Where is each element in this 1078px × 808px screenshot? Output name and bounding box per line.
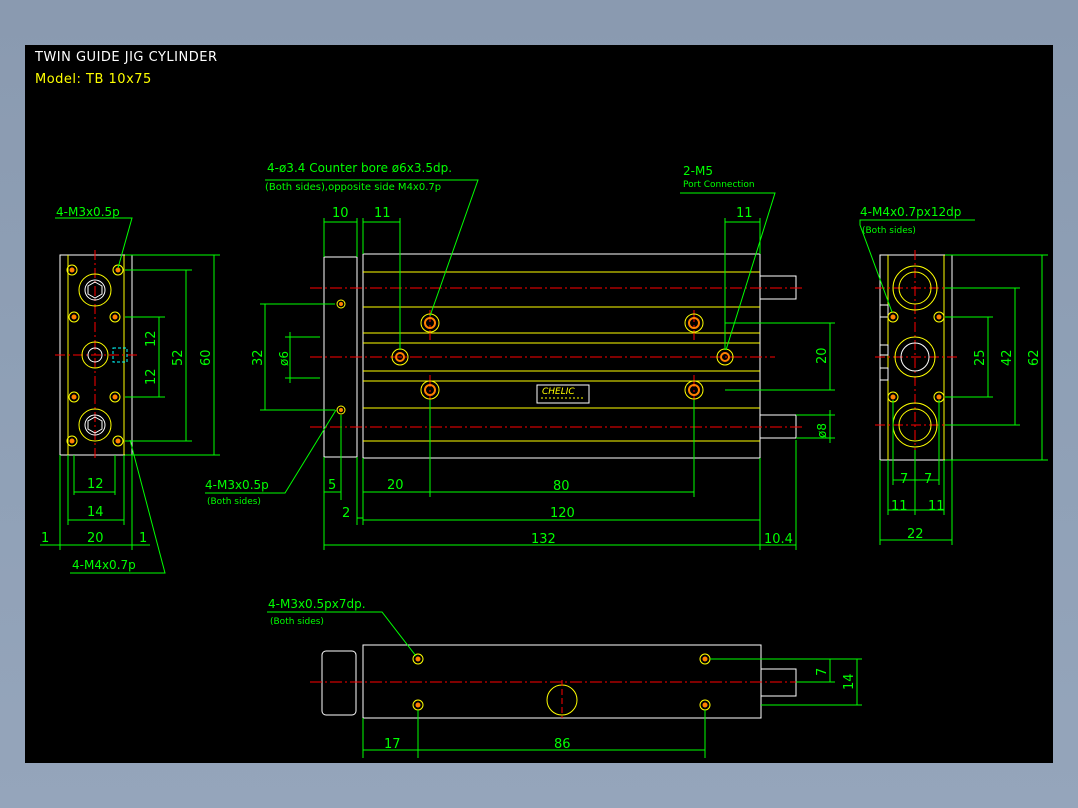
brand-logo: CHELIC bbox=[542, 387, 575, 397]
dim-bottom-7: 7 bbox=[815, 668, 830, 676]
dim-front-5: 5 bbox=[328, 478, 336, 493]
bottom-view: 4-M3x0.5px7dp. (Both sides) 7 14 17 86 bbox=[267, 597, 862, 758]
dim-front-10-4: 10.4 bbox=[764, 532, 793, 547]
dim-left-20: 20 bbox=[87, 531, 104, 546]
dim-right-11a: 11 bbox=[891, 499, 908, 514]
dim-right-11b: 11 bbox=[928, 499, 945, 514]
brand-plate: CHELIC bbox=[536, 384, 590, 404]
bottom-thread-note: 4-M3x0.5px7dp. bbox=[268, 597, 366, 611]
dim-right-62: 62 bbox=[1027, 349, 1042, 366]
left-end-view: 4-M3x0.5p 4-M4x0.7p 12 12 52 60 12 14 20… bbox=[40, 205, 220, 574]
bottom-thread-note-2: (Both sides) bbox=[270, 617, 324, 627]
dim-right-7b: 7 bbox=[924, 472, 932, 487]
dim-left-12a: 12 bbox=[144, 330, 159, 347]
right-end-view: 4-M4x0.7px12dp (Both sides) 25 42 62 7 7… bbox=[859, 205, 1048, 545]
counter-bore-note-2: (Both sides),opposite side M4x0.7p bbox=[265, 182, 441, 193]
port-note: 2-M5 bbox=[683, 164, 713, 178]
dim-left-1a: 1 bbox=[41, 531, 49, 546]
dim-front-d8: ø8 bbox=[815, 423, 829, 438]
dim-front-d6: ø6 bbox=[277, 351, 291, 366]
drawing-canvas: 4-M3x0.5p 4-M4x0.7p 12 12 52 60 12 14 20… bbox=[40, 161, 1048, 758]
dim-left-1b: 1 bbox=[139, 531, 147, 546]
mid-thread-note-2: (Both sides) bbox=[207, 497, 261, 507]
left-top-thread-note: 4-M3x0.5p bbox=[56, 205, 120, 219]
dim-front-11a: 11 bbox=[374, 206, 391, 221]
mid-thread-note: 4-M3x0.5p bbox=[205, 478, 269, 492]
right-thread-note-2: (Both sides) bbox=[862, 226, 916, 236]
dim-front-132: 132 bbox=[531, 532, 556, 547]
dim-front-20h: 20 bbox=[387, 478, 404, 493]
left-bottom-thread-note: 4-M4x0.7p bbox=[72, 558, 136, 572]
dim-front-10: 10 bbox=[332, 206, 349, 221]
cad-viewport[interactable]: TWIN GUIDE JIG CYLINDER Model: TB 10x75 bbox=[25, 45, 1053, 763]
dim-left-12b: 12 bbox=[144, 368, 159, 385]
dim-right-25: 25 bbox=[973, 349, 988, 366]
right-thread-note: 4-M4x0.7px12dp bbox=[860, 205, 961, 219]
dim-front-2: 2 bbox=[342, 506, 350, 521]
dim-left-60: 60 bbox=[199, 349, 214, 366]
dim-bottom-14: 14 bbox=[842, 673, 857, 690]
dim-left-52: 52 bbox=[171, 349, 186, 366]
port-note-2: Port Connection bbox=[683, 180, 755, 190]
dim-front-32: 32 bbox=[251, 349, 266, 366]
dim-right-22: 22 bbox=[907, 527, 924, 542]
dim-front-80: 80 bbox=[553, 479, 570, 494]
dim-front-11b: 11 bbox=[736, 206, 753, 221]
dim-front-20v: 20 bbox=[815, 347, 830, 364]
dim-right-42: 42 bbox=[1000, 349, 1015, 366]
dim-right-7a: 7 bbox=[900, 472, 908, 487]
counter-bore-note: 4-ø3.4 Counter bore ø6x3.5dp. bbox=[267, 161, 452, 175]
dim-left-14: 14 bbox=[87, 505, 104, 520]
dim-bottom-86: 86 bbox=[554, 737, 571, 752]
dim-left-12w: 12 bbox=[87, 477, 104, 492]
dim-front-120: 120 bbox=[550, 506, 575, 521]
dim-bottom-17: 17 bbox=[384, 737, 401, 752]
front-view: CHELIC 4-ø3.4 Counter bore ø6x3.5dp. (Bo… bbox=[205, 161, 835, 550]
